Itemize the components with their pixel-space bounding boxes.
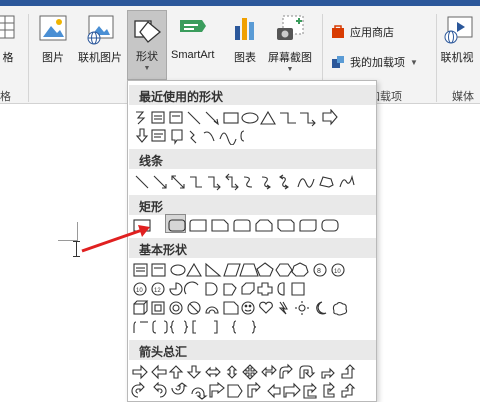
- lines-header: 线条: [129, 149, 376, 169]
- store-button[interactable]: 应用商店: [331, 24, 394, 40]
- chart-label: 图表: [234, 52, 256, 64]
- online-picture-button[interactable]: 联机图片: [78, 12, 122, 65]
- basic-shapes-icons[interactable]: 10 12: [128, 280, 377, 298]
- table-group-label: 格: [0, 91, 11, 103]
- addin-icon: [332, 56, 344, 68]
- svg-text:10: 10: [136, 288, 143, 294]
- shapes-icon: [134, 20, 162, 43]
- rectangles-header: 矩形: [129, 195, 376, 215]
- media-group-label: 媒体: [452, 91, 474, 103]
- screenshot-label: 屏幕截图: [268, 52, 312, 64]
- text-cursor: [73, 256, 80, 257]
- shapes-label: 形状: [136, 51, 158, 63]
- basic-shapes-icons[interactable]: 8 10: [128, 261, 377, 279]
- online-video-icon: [444, 16, 473, 44]
- my-addins-button[interactable]: 我的加载项 ▼: [331, 54, 418, 70]
- basic-shapes-icons[interactable]: [128, 318, 377, 336]
- group-separator: [28, 14, 29, 102]
- store-label: 应用商店: [350, 27, 394, 39]
- smartart-icon: [179, 20, 206, 32]
- text-cursor: [73, 241, 80, 242]
- chevron-down-icon: ▼: [143, 65, 151, 72]
- table-icon: [0, 15, 15, 39]
- block-arrows-header: 箭头总汇: [129, 340, 376, 360]
- my-addins-label: 我的加载项: [350, 57, 405, 69]
- chart-button[interactable]: 图表: [232, 12, 258, 65]
- picture-button[interactable]: 图片: [38, 12, 68, 65]
- line-shapes-icons[interactable]: [128, 173, 377, 191]
- basic-shapes-icons[interactable]: [128, 299, 377, 317]
- shapes-button[interactable]: 形状 ▼: [127, 10, 167, 80]
- smartart-button[interactable]: SmartArt: [171, 12, 214, 61]
- recent-shapes-header: 最近使用的形状: [129, 85, 376, 105]
- online-picture-label: 联机图片: [78, 52, 122, 64]
- margin-corner-marker: [77, 222, 78, 241]
- picture-icon: [39, 15, 67, 41]
- chevron-down-icon: ▼: [286, 66, 294, 73]
- table-button[interactable]: 格: [0, 12, 16, 65]
- table-label: 格: [2, 52, 14, 64]
- group-separator: [436, 14, 437, 102]
- recent-shapes-icons[interactable]: [128, 127, 377, 145]
- svg-text:8: 8: [317, 268, 321, 275]
- chevron-down-icon: ▼: [410, 57, 418, 67]
- basic-shapes-header: 基本形状: [129, 238, 376, 258]
- text-cursor: [76, 241, 77, 257]
- recent-shapes-icons[interactable]: [128, 109, 377, 127]
- screenshot-icon: [277, 15, 304, 40]
- smartart-label: SmartArt: [171, 49, 215, 61]
- online-picture-icon: [87, 15, 114, 45]
- online-video-button[interactable]: 联机视: [440, 12, 474, 65]
- picture-label: 图片: [42, 52, 64, 64]
- screenshot-button[interactable]: 屏幕截图 ▼: [268, 12, 312, 73]
- chart-icon: [235, 18, 254, 40]
- red-pointer-arrow: [81, 225, 150, 253]
- store-icon: [332, 25, 344, 38]
- svg-text:10: 10: [334, 269, 341, 275]
- block-arrows-icons[interactable]: [128, 382, 377, 400]
- svg-text:12: 12: [154, 288, 161, 294]
- online-video-label: 联机视: [440, 52, 474, 64]
- block-arrows-icons[interactable]: [128, 363, 377, 381]
